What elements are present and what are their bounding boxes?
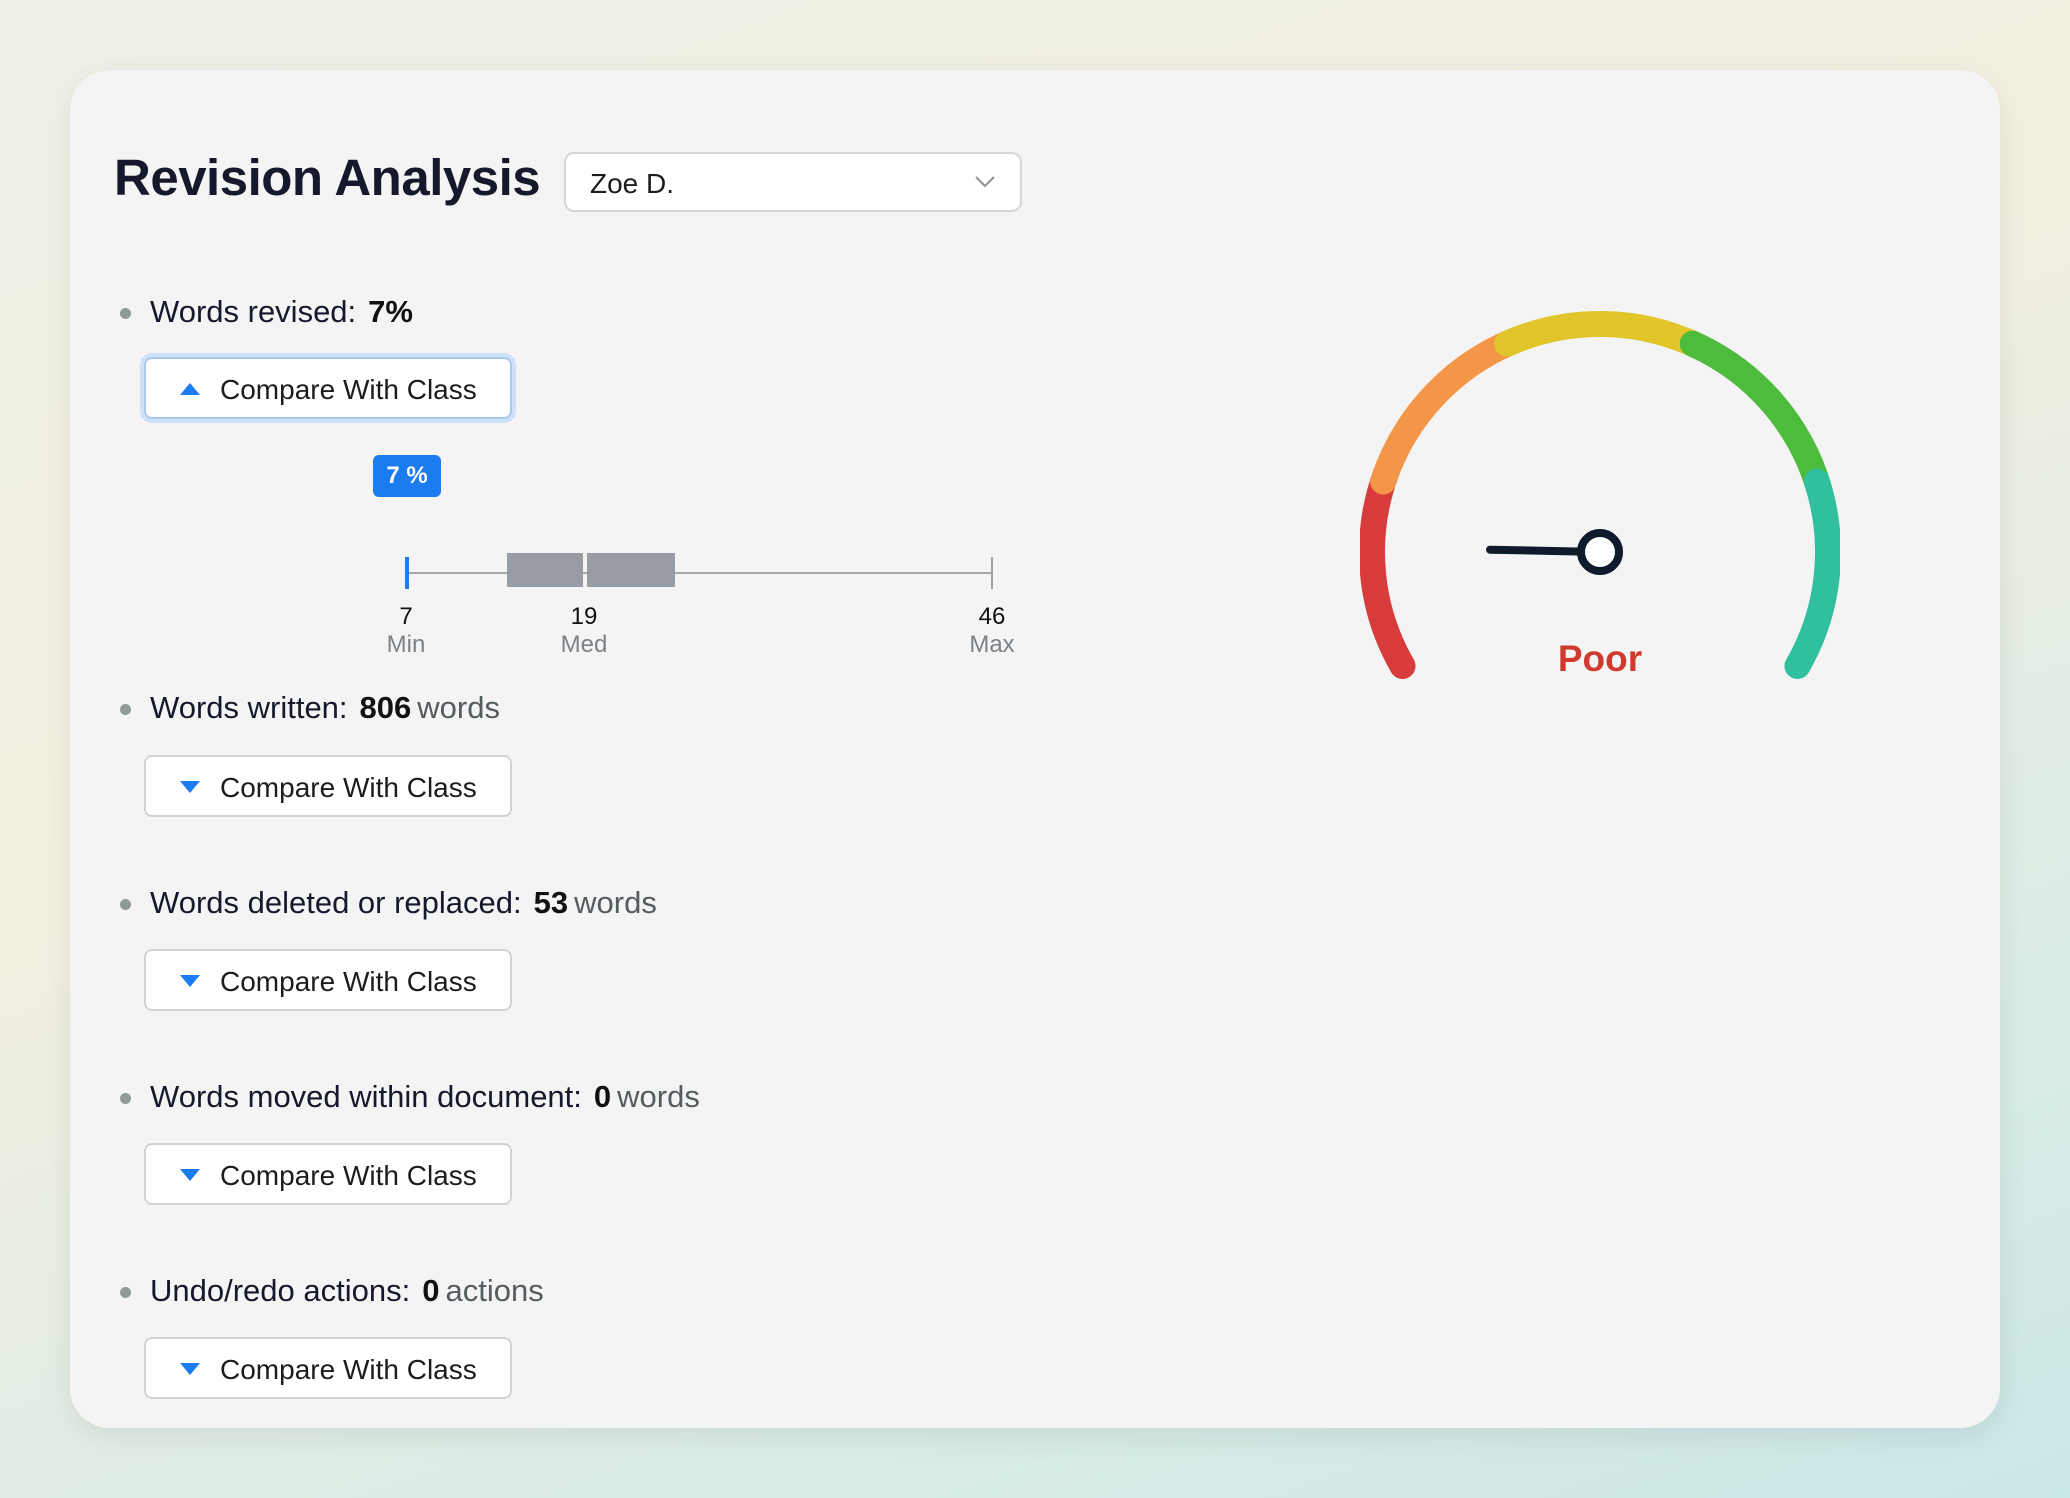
compare-button-label: Compare With Class xyxy=(220,374,477,405)
bullet xyxy=(120,704,131,715)
student-select[interactable]: Zoe D. xyxy=(564,152,1022,212)
metric-label: Words written: xyxy=(150,690,348,725)
compare-button-label: Compare With Class xyxy=(220,1160,477,1191)
gauge-needle-hub xyxy=(1577,529,1623,575)
student-select-value: Zoe D. xyxy=(590,168,675,199)
median-value: 19 xyxy=(570,603,598,630)
metric-label: Undo/redo actions: xyxy=(150,1273,411,1308)
metric-value: 806 xyxy=(359,690,412,725)
gauge-segment-orange xyxy=(1370,327,1528,495)
compare-with-class-button-words-revised[interactable]: Compare With Class xyxy=(144,357,512,419)
gauge-segment-green xyxy=(1679,330,1833,503)
revision-analysis-card: Revision Analysis Zoe D. Words revised: 7… xyxy=(70,70,2000,1428)
revision-rating-gauge: Poor xyxy=(1359,290,1841,710)
student-marker xyxy=(405,557,409,589)
metric-unit: words xyxy=(417,690,500,725)
compare-button-label: Compare With Class xyxy=(220,1354,477,1385)
max-value: 46 xyxy=(978,603,1006,630)
max-label: Max xyxy=(969,631,1015,658)
chevron-down-icon xyxy=(975,176,995,188)
compare-with-class-button-words-written[interactable]: Compare With Class xyxy=(144,755,512,817)
min-value: 7 xyxy=(399,603,413,630)
compare-with-class-button-undo-redo[interactable]: Compare With Class xyxy=(144,1337,512,1399)
whisker-line xyxy=(405,572,993,574)
bullet xyxy=(120,1287,131,1298)
metric-value: 53 xyxy=(533,885,569,920)
compare-with-class-button-words-moved[interactable]: Compare With Class xyxy=(144,1143,512,1205)
boxplot-upper-box xyxy=(587,553,675,587)
page-title: Revision Analysis xyxy=(114,149,541,206)
metric-value: 7% xyxy=(368,294,413,329)
caret-down-icon xyxy=(180,781,200,793)
gauge-segment-yellow xyxy=(1494,311,1713,361)
metric-value: 0 xyxy=(422,1273,440,1308)
compare-button-label: Compare With Class xyxy=(220,772,477,803)
bullet xyxy=(120,308,131,319)
metric-unit: words xyxy=(574,885,657,920)
caret-down-icon xyxy=(180,1363,200,1375)
gauge-rating-label: Poor xyxy=(1557,638,1643,679)
caret-down-icon xyxy=(180,975,200,987)
student-value-badge: 7 % xyxy=(373,455,441,497)
compare-button-label: Compare With Class xyxy=(220,966,477,997)
metric-label: Words revised: xyxy=(150,294,357,329)
caret-down-icon xyxy=(180,1169,200,1181)
metric-unit: words xyxy=(617,1079,700,1114)
bullet xyxy=(120,1093,131,1104)
max-tick xyxy=(991,557,993,589)
metric-value: 0 xyxy=(593,1079,612,1114)
boxplot-lower-box xyxy=(507,553,583,587)
metric-unit: actions xyxy=(445,1273,544,1308)
metric-label: Words moved within document: xyxy=(150,1079,582,1114)
compare-with-class-button-words-deleted[interactable]: Compare With Class xyxy=(144,949,512,1011)
caret-up-icon xyxy=(180,383,200,395)
median-label: Med xyxy=(560,631,608,658)
metric-label: Words deleted or replaced: xyxy=(150,885,522,920)
bullet xyxy=(120,899,131,910)
class-comparison-boxplot: 7 % 7 Min 19 Med 46 Max xyxy=(325,455,1065,695)
min-label: Min xyxy=(386,631,426,658)
